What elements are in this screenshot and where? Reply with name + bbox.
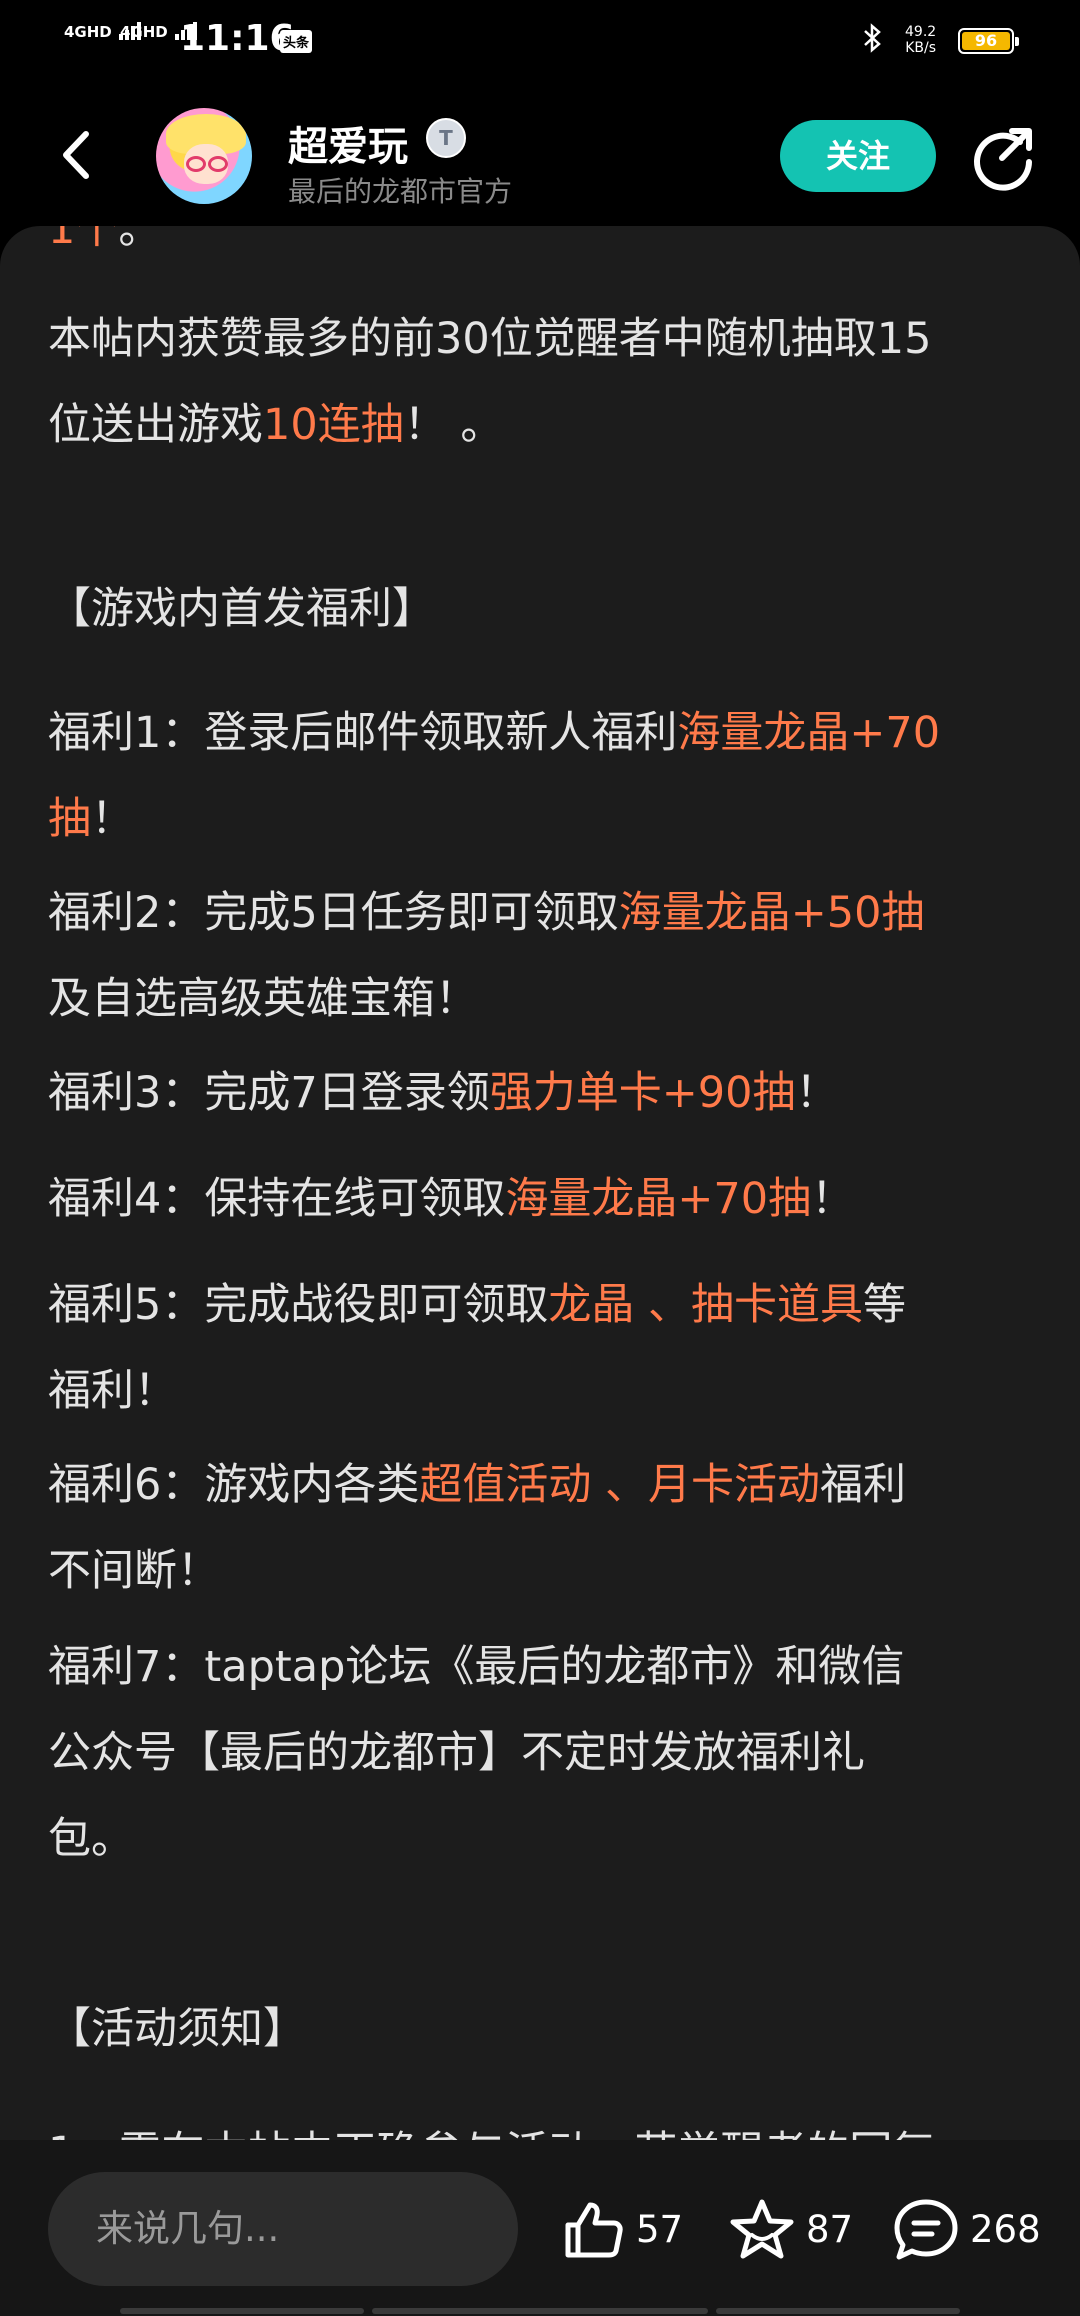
section-heading: 【活动须知】 <box>48 2004 306 2054</box>
benefit-7: 福利7：taptap论坛《最后的龙都市》和微信 <box>48 1642 905 1692</box>
post-header: 超爱玩 T 最后的龙都市官方 关注 <box>0 80 1080 230</box>
share-icon[interactable] <box>968 122 1038 192</box>
battery-icon: 96 <box>958 28 1019 54</box>
post-line: 1个。 <box>48 226 162 254</box>
comment-bubble-icon <box>894 2199 958 2259</box>
network-speed: 49.2 KB/s <box>905 24 937 56</box>
author-name[interactable]: 超爱玩 <box>288 114 408 172</box>
avatar[interactable] <box>156 108 252 204</box>
post-content: 1个。 本帖内获赞最多的前30位觉醒者中随机抽取15 位送出游戏10连抽！ 。 … <box>0 226 1080 2146</box>
verified-badge-icon: T <box>426 118 466 158</box>
clock: 11:16 <box>180 18 295 59</box>
benefit-6: 福利6：游戏内各类超值活动 、月卡活动福利 <box>48 1460 907 1510</box>
benefit-2-cont: 及自选高级英雄宝箱！ <box>48 974 478 1024</box>
benefit-5-cont: 福利！ <box>48 1366 177 1416</box>
comment-count: 268 <box>970 2207 1041 2251</box>
follow-button[interactable]: 关注 <box>780 120 936 192</box>
post-line: 本帖内获赞最多的前30位觉醒者中随机抽取15 <box>48 314 932 364</box>
benefit-7-cont: 包。 <box>48 1814 134 1864</box>
bottom-action-bar: 来说几句... 57 87 268 <box>0 2140 1080 2316</box>
benefit-7-cont: 公众号【最后的龙都市】不定时发放福利礼 <box>48 1728 865 1778</box>
favorite-count: 87 <box>806 2207 854 2251</box>
battery-level: 96 <box>962 32 1010 50</box>
benefit-1: 福利1：登录后邮件领取新人福利海量龙晶+70 <box>48 708 941 758</box>
comments-button[interactable]: 268 <box>892 2188 1041 2268</box>
benefit-2: 福利2：完成5日任务即可领取海量龙晶+50抽 <box>48 888 925 938</box>
scroll-indicator <box>120 2308 364 2314</box>
news-app-badge: 头条 <box>280 30 313 53</box>
back-button[interactable] <box>48 120 108 190</box>
benefit-4: 福利4：保持在线可领取海量龙晶+70抽！ <box>48 1174 855 1224</box>
star-icon <box>730 2199 794 2258</box>
post-line: 位送出游戏10连抽！ 。 <box>48 400 504 450</box>
benefit-6-cont: 不间断！ <box>48 1546 220 1596</box>
like-count: 57 <box>636 2207 684 2251</box>
comment-input[interactable]: 来说几句... <box>48 2172 518 2286</box>
screen: 4GHD 4GHD 11:16 头条 49.2 KB/s 96 超爱玩 T 最后… <box>0 0 1080 2316</box>
author-subtitle: 最后的龙都市官方 <box>288 175 513 208</box>
benefit-1-cont: 抽！ <box>48 794 134 844</box>
benefit-5: 福利5：完成战役即可领取龙晶 、抽卡道具等 <box>48 1280 907 1330</box>
favorite-button[interactable]: 87 <box>728 2188 853 2268</box>
status-bar: 4GHD 4GHD 11:16 头条 49.2 KB/s 96 <box>0 0 1080 80</box>
like-button[interactable]: 57 <box>560 2188 683 2268</box>
thumbs-up-icon <box>565 2202 623 2257</box>
benefit-3: 福利3：完成7日登录领强力单卡+90抽！ <box>48 1068 839 1118</box>
bluetooth-icon <box>862 22 884 62</box>
scroll-indicator <box>372 2308 708 2314</box>
section-heading: 【游戏内首发福利】 <box>48 584 435 634</box>
scroll-indicator <box>716 2308 960 2314</box>
